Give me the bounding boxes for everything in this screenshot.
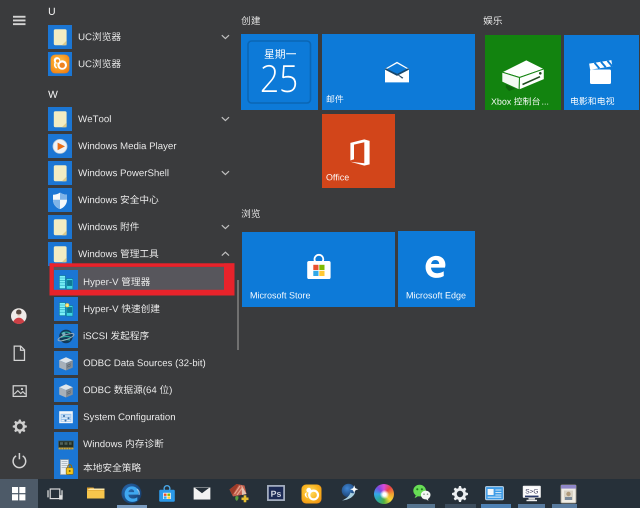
svg-text:S>G: S>G [525,489,538,496]
